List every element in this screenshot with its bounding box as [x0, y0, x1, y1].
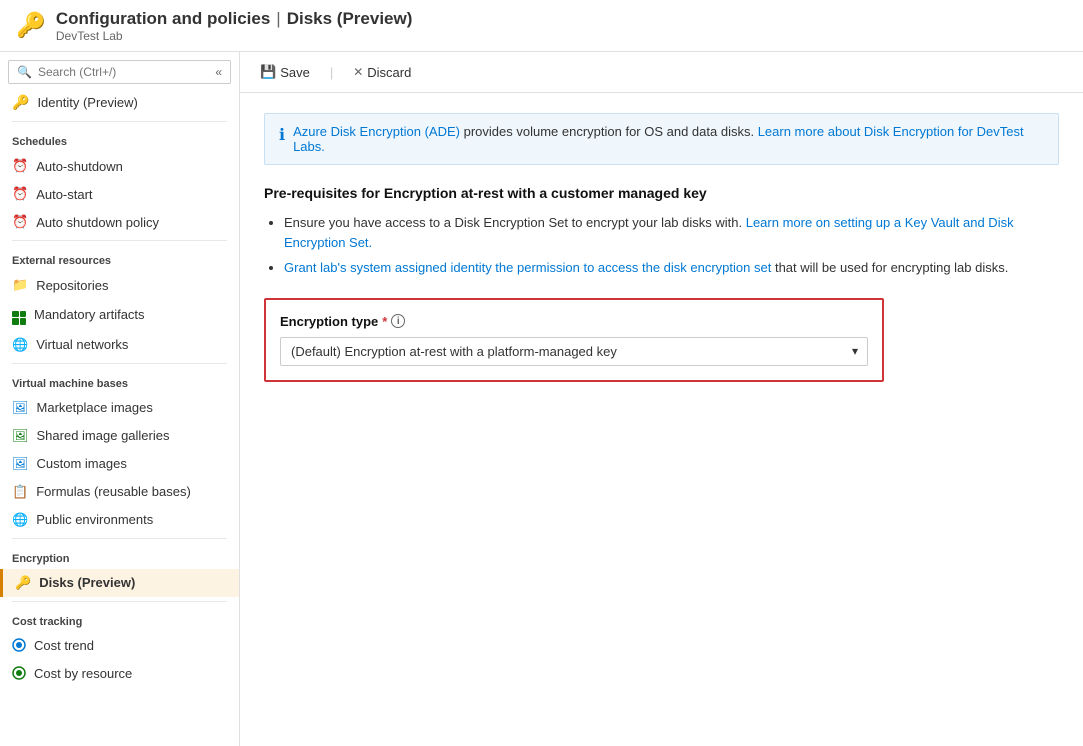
- prereq-item-2: Grant lab's system assigned identity the…: [284, 258, 1059, 278]
- sidebar-label: Cost by resource: [34, 666, 132, 681]
- virtual-networks-icon: 🌐: [12, 337, 28, 353]
- info-text: Azure Disk Encryption (ADE) provides vol…: [293, 124, 1044, 154]
- sidebar-item-cost-trend[interactable]: Cost trend: [0, 632, 239, 660]
- sidebar-label: Identity (Preview): [37, 95, 137, 110]
- vm-bases-section-title: Virtual machine bases: [0, 368, 239, 394]
- search-icon: 🔍: [17, 65, 32, 79]
- discard-button[interactable]: ✕ Discard: [349, 61, 415, 84]
- prereq-list: Ensure you have access to a Disk Encrypt…: [284, 213, 1059, 278]
- divider: [12, 121, 227, 122]
- identity-icon: 🔑: [12, 94, 29, 111]
- discard-label: Discard: [367, 65, 411, 80]
- header-icon: 🔑: [16, 11, 46, 40]
- divider: [12, 363, 227, 364]
- sidebar-label: Public environments: [36, 512, 153, 527]
- encryption-type-select[interactable]: (Default) Encryption at-rest with a plat…: [280, 337, 868, 366]
- formulas-icon: 📋: [12, 484, 28, 500]
- cost-by-resource-icon: [12, 666, 26, 682]
- divider: [12, 240, 227, 241]
- sidebar-item-cost-by-resource[interactable]: Cost by resource: [0, 660, 239, 688]
- sidebar-item-auto-start[interactable]: ⏰ Auto-start: [0, 180, 239, 208]
- content-body: ℹ Azure Disk Encryption (ADE) provides v…: [240, 93, 1083, 402]
- sidebar-label: Auto-start: [36, 187, 92, 202]
- sidebar-item-auto-shutdown-policy[interactable]: ⏰ Auto shutdown policy: [0, 208, 239, 236]
- ade-link[interactable]: Azure Disk Encryption (ADE): [293, 124, 460, 139]
- toolbar-divider: |: [330, 65, 333, 80]
- sidebar-label: Virtual networks: [36, 337, 128, 352]
- auto-shutdown-policy-icon: ⏰: [12, 214, 28, 230]
- encryption-type-label: Encryption type * i: [280, 314, 868, 329]
- custom-images-icon: 🖼: [12, 456, 29, 472]
- external-section-title: External resources: [0, 245, 239, 271]
- prereq-title: Pre-requisites for Encryption at-rest wi…: [264, 185, 1059, 201]
- cost-trend-icon: [12, 638, 26, 654]
- sidebar-item-disks-preview[interactable]: 🔑 Disks (Preview): [0, 569, 239, 597]
- discard-icon: ✕: [353, 65, 363, 79]
- grant-identity-link[interactable]: Grant lab's system assigned identity the…: [284, 260, 771, 275]
- sidebar-label: Shared image galleries: [37, 428, 170, 443]
- sidebar-item-shared-image-galleries[interactable]: 🖼 Shared image galleries: [0, 422, 239, 450]
- sidebar-item-mandatory-artifacts[interactable]: Mandatory artifacts: [0, 299, 239, 331]
- required-indicator: *: [382, 314, 387, 329]
- search-input[interactable]: [38, 65, 209, 79]
- sidebar-label: Custom images: [37, 456, 127, 471]
- sidebar-label: Mandatory artifacts: [34, 307, 145, 322]
- shared-image-galleries-icon: 🖼: [12, 428, 29, 444]
- search-container: 🔍 «: [8, 60, 231, 84]
- top-bar: 🔑 Configuration and policies | Disks (Pr…: [0, 0, 1083, 52]
- toolbar: 💾 Save | ✕ Discard: [240, 52, 1083, 93]
- sidebar: 🔍 « 🔑 Identity (Preview) Schedules ⏰ Aut…: [0, 52, 240, 746]
- sidebar-item-repositories[interactable]: 📁 Repositories: [0, 271, 239, 299]
- sidebar-label: Repositories: [36, 278, 108, 293]
- repositories-icon: 📁: [12, 277, 28, 293]
- sidebar-label: Disks (Preview): [39, 575, 135, 590]
- sidebar-item-public-environments[interactable]: 🌐 Public environments: [0, 506, 239, 534]
- sidebar-item-identity[interactable]: 🔑 Identity (Preview): [0, 88, 239, 117]
- page-subtext: DevTest Lab: [56, 29, 413, 43]
- mandatory-artifacts-icon: [12, 305, 26, 325]
- divider: [12, 538, 227, 539]
- sidebar-label: Auto-shutdown: [36, 159, 123, 174]
- public-environments-icon: 🌐: [12, 512, 28, 528]
- auto-shutdown-icon: ⏰: [12, 158, 28, 174]
- sidebar-item-virtual-networks[interactable]: 🌐 Virtual networks: [0, 331, 239, 359]
- collapse-icon[interactable]: «: [215, 65, 222, 79]
- info-icon: ℹ: [279, 125, 285, 145]
- sidebar-item-auto-shutdown[interactable]: ⏰ Auto-shutdown: [0, 152, 239, 180]
- page-title-main: Configuration and policies: [56, 9, 270, 29]
- encryption-type-select-wrapper: (Default) Encryption at-rest with a plat…: [280, 337, 868, 366]
- marketplace-images-icon: 🖼: [12, 400, 29, 416]
- encryption-section-title: Encryption: [0, 543, 239, 569]
- cost-tracking-section-title: Cost tracking: [0, 606, 239, 632]
- sidebar-item-formulas[interactable]: 📋 Formulas (reusable bases): [0, 478, 239, 506]
- sidebar-label: Auto shutdown policy: [36, 215, 159, 230]
- sidebar-item-custom-images[interactable]: 🖼 Custom images: [0, 450, 239, 478]
- sidebar-label: Marketplace images: [37, 400, 153, 415]
- auto-start-icon: ⏰: [12, 186, 28, 202]
- sidebar-label: Formulas (reusable bases): [36, 484, 191, 499]
- info-tooltip-icon[interactable]: i: [391, 314, 405, 328]
- info-banner: ℹ Azure Disk Encryption (ADE) provides v…: [264, 113, 1059, 165]
- disks-preview-icon: 🔑: [15, 575, 31, 591]
- page-title-sub: Disks (Preview): [287, 9, 413, 29]
- encryption-form-group: Encryption type * i (Default) Encryption…: [264, 298, 884, 382]
- sidebar-item-marketplace-images[interactable]: 🖼 Marketplace images: [0, 394, 239, 422]
- save-button[interactable]: 💾 Save: [256, 60, 314, 84]
- divider: [12, 601, 227, 602]
- prereq-item-1: Ensure you have access to a Disk Encrypt…: [284, 213, 1059, 252]
- schedules-section-title: Schedules: [0, 126, 239, 152]
- save-icon: 💾: [260, 64, 276, 80]
- content-area: 💾 Save | ✕ Discard ℹ Azure Disk Encrypti…: [240, 52, 1083, 746]
- sidebar-label: Cost trend: [34, 638, 94, 653]
- save-label: Save: [280, 65, 310, 80]
